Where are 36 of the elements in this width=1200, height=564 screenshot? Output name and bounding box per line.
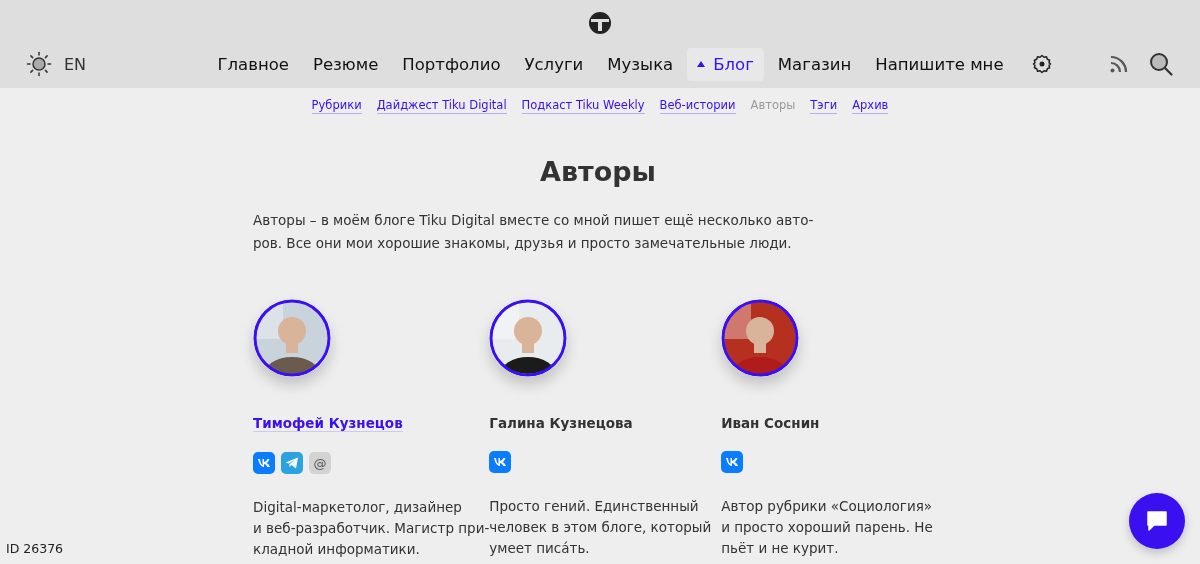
search-icon[interactable]: [1149, 52, 1173, 76]
author-bio: Автор рубрики «Социология» и просто хороший парень. Не пьёт и не курит.: [721, 497, 933, 558]
paper-plane-icon[interactable]: [281, 452, 303, 474]
page-title: Авторы: [539, 156, 657, 187]
subnav-link[interactable]: Веб-истории: [659, 98, 736, 114]
social-link-icon[interactable]: [489, 451, 512, 473]
email-link[interactable]: @: [309, 452, 331, 474]
author-name: Галина Кузнецова: [489, 415, 633, 431]
subnav-link[interactable]: Архив: [852, 98, 889, 114]
chat-bubble-icon: [1145, 509, 1169, 533]
nav-tab[interactable]: Услуги: [514, 47, 594, 81]
intro-paragraph: Авторы – в моём блоге Tiku Digital вместе со мной пишет ещё несколько авто- ров. Все они мои хорошие знакомы, друзья и просто замечательные люди.: [253, 211, 815, 253]
author-name-link[interactable]: Тимофей Кузнецов: [253, 415, 403, 432]
nav-tab[interactable]: Портфолио: [392, 47, 511, 81]
nav-tab[interactable]: Магазин: [767, 47, 862, 81]
chat-button[interactable]: [1129, 493, 1185, 549]
social-link-icon[interactable]: [253, 452, 275, 474]
author-bio: Digital-маркетолог, дизайнер и веб-разработчик. Магистр при- кладной информатики.: [253, 498, 490, 559]
subnav-link[interactable]: Подкаст Tiku Weekly: [521, 98, 645, 114]
rss-icon[interactable]: [1109, 54, 1129, 74]
author-bio: Просто гений. Единственный человек в этом блоге, который умеет писа́ть.: [489, 497, 712, 558]
nav-tab[interactable]: Напишите мне: [865, 47, 1014, 81]
nav-tab[interactable]: Резюме: [302, 47, 389, 81]
subnav-link[interactable]: Рубрики: [311, 98, 362, 114]
nav-tab[interactable]: Музыка: [597, 47, 684, 81]
nav-tab[interactable]: Главное: [207, 47, 299, 81]
nav-tab[interactable]: Блог: [687, 47, 764, 81]
social-link-icon[interactable]: [721, 451, 744, 473]
sun-icon[interactable]: [26, 51, 52, 77]
subnav-link[interactable]: Дайджест Tiku Digital: [376, 98, 507, 114]
settings-icon[interactable]: [1031, 54, 1052, 74]
page-id: ID 26376: [6, 541, 64, 556]
author-name: Иван Соснин: [721, 415, 820, 431]
language-link[interactable]: EN: [64, 54, 87, 74]
logo-icon[interactable]: [588, 11, 612, 35]
subnav-link[interactable]: Тэги: [810, 98, 838, 114]
